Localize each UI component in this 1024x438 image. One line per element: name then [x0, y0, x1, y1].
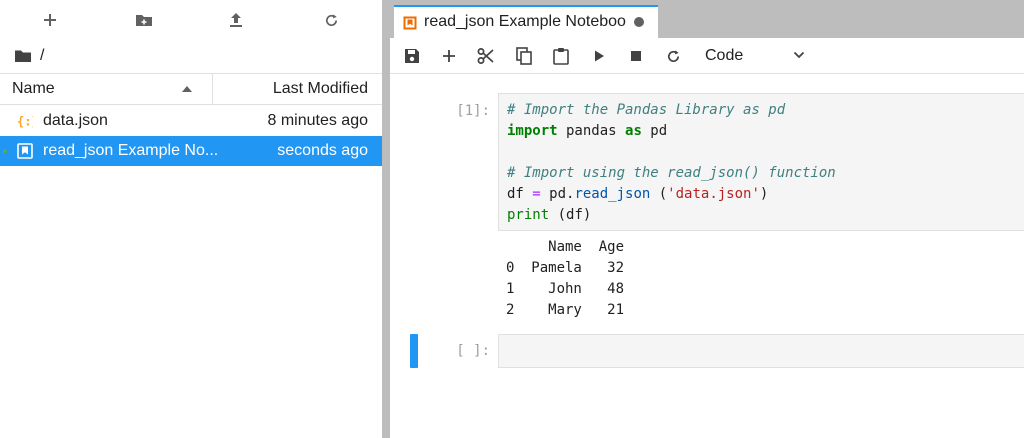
file-modified: 8 minutes ago [267, 112, 368, 129]
paste-button[interactable] [549, 44, 573, 68]
input-prompt: [ ]: [456, 343, 490, 359]
interrupt-button[interactable] [624, 44, 648, 68]
column-divider [212, 74, 213, 104]
upload-icon [230, 13, 242, 27]
save-icon [405, 49, 419, 63]
panel-splitter[interactable] [382, 0, 390, 438]
file-browser-toolbar [0, 0, 382, 40]
column-modified-header[interactable]: Last Modified [273, 74, 368, 104]
notebook-area: read_json Example Noteboo Code [1]: # Im… [390, 0, 1024, 438]
scissors-icon [477, 48, 494, 64]
output-line: 2 Mary 21 [506, 302, 625, 318]
json-file-icon: {:} [16, 112, 34, 130]
code-comment: # Import using the read_json() function [507, 165, 836, 181]
code-editor[interactable] [498, 334, 1024, 368]
cut-button[interactable] [474, 44, 498, 68]
code-editor[interactable]: # Import the Pandas Library as pd import… [498, 93, 1024, 231]
code-text: pd [641, 123, 668, 139]
code-comment: # Import the Pandas Library as pd [507, 102, 786, 118]
code-text: ) [759, 186, 769, 202]
upload-button[interactable] [223, 8, 249, 32]
file-list-header: Name Last Modified [0, 73, 382, 105]
paste-icon [553, 48, 569, 65]
code-builtin: print [507, 207, 550, 223]
file-name: data.json [43, 112, 108, 129]
file-name: read_json Example No... [43, 142, 219, 159]
refresh-icon [667, 49, 679, 62]
refresh-button[interactable] [318, 8, 344, 32]
code-keyword: as [625, 123, 642, 139]
stop-icon [631, 51, 641, 61]
folder-icon[interactable] [14, 49, 32, 63]
file-modified: seconds ago [277, 142, 368, 159]
breadcrumb-root[interactable]: / [40, 47, 44, 65]
output-line: Name Age [506, 239, 625, 255]
sort-ascending-icon [182, 86, 192, 92]
cell-type-select[interactable]: Code [705, 44, 809, 68]
input-prompt: [1]: [456, 103, 490, 119]
code-text: pd. [540, 186, 575, 202]
copy-icon [516, 47, 532, 65]
code-text: ( [650, 186, 668, 202]
file-row-data-json[interactable]: {:} data.json 8 minutes ago [0, 106, 382, 136]
notebook-icon [16, 142, 34, 160]
run-button[interactable] [587, 44, 611, 68]
tab-notebook[interactable]: read_json Example Noteboo [394, 5, 658, 38]
notebook-toolbar: Code [390, 38, 1024, 74]
code-text: pandas [557, 123, 626, 139]
play-icon [595, 50, 604, 62]
notebook-icon [403, 16, 417, 30]
running-indicator [3, 149, 7, 153]
copy-button[interactable] [512, 44, 536, 68]
file-list: {:} data.json 8 minutes ago read_json Ex… [0, 106, 382, 166]
output-line: 1 John 48 [506, 281, 625, 297]
plus-icon [44, 14, 56, 26]
column-name-header[interactable]: Name [12, 74, 55, 104]
tab-bar: read_json Example Noteboo [390, 0, 1024, 38]
code-text: (df) [549, 207, 592, 223]
unsaved-indicator-icon[interactable] [634, 17, 644, 27]
restart-kernel-button[interactable] [661, 44, 685, 68]
plus-icon [443, 50, 455, 62]
cell-output: Name Age 0 Pamela 32 1 John 48 2 Mary 21 [498, 237, 624, 321]
insert-cell-button[interactable] [437, 44, 461, 68]
tab-title: read_json Example Noteboo [424, 13, 626, 30]
chevron-down-icon [793, 51, 805, 59]
output-line: 0 Pamela 32 [506, 260, 625, 276]
file-row-notebook[interactable]: read_json Example No... seconds ago [0, 136, 382, 166]
new-folder-button[interactable] [131, 8, 157, 32]
code-function: read_json [574, 186, 651, 202]
code-keyword: import [507, 123, 558, 139]
new-folder-icon [136, 15, 152, 26]
refresh-icon [325, 13, 337, 26]
file-browser: / Name Last Modified {:} data.json 8 min… [0, 0, 382, 438]
save-button[interactable] [400, 44, 424, 68]
code-operator: = [532, 186, 541, 202]
code-text: df [507, 186, 533, 202]
cell-type-value: Code [705, 47, 744, 64]
breadcrumb: / [14, 46, 44, 66]
new-launcher-button[interactable] [37, 8, 63, 32]
svg-text:{:}: {:} [17, 115, 33, 129]
code-string: 'data.json' [667, 186, 760, 202]
